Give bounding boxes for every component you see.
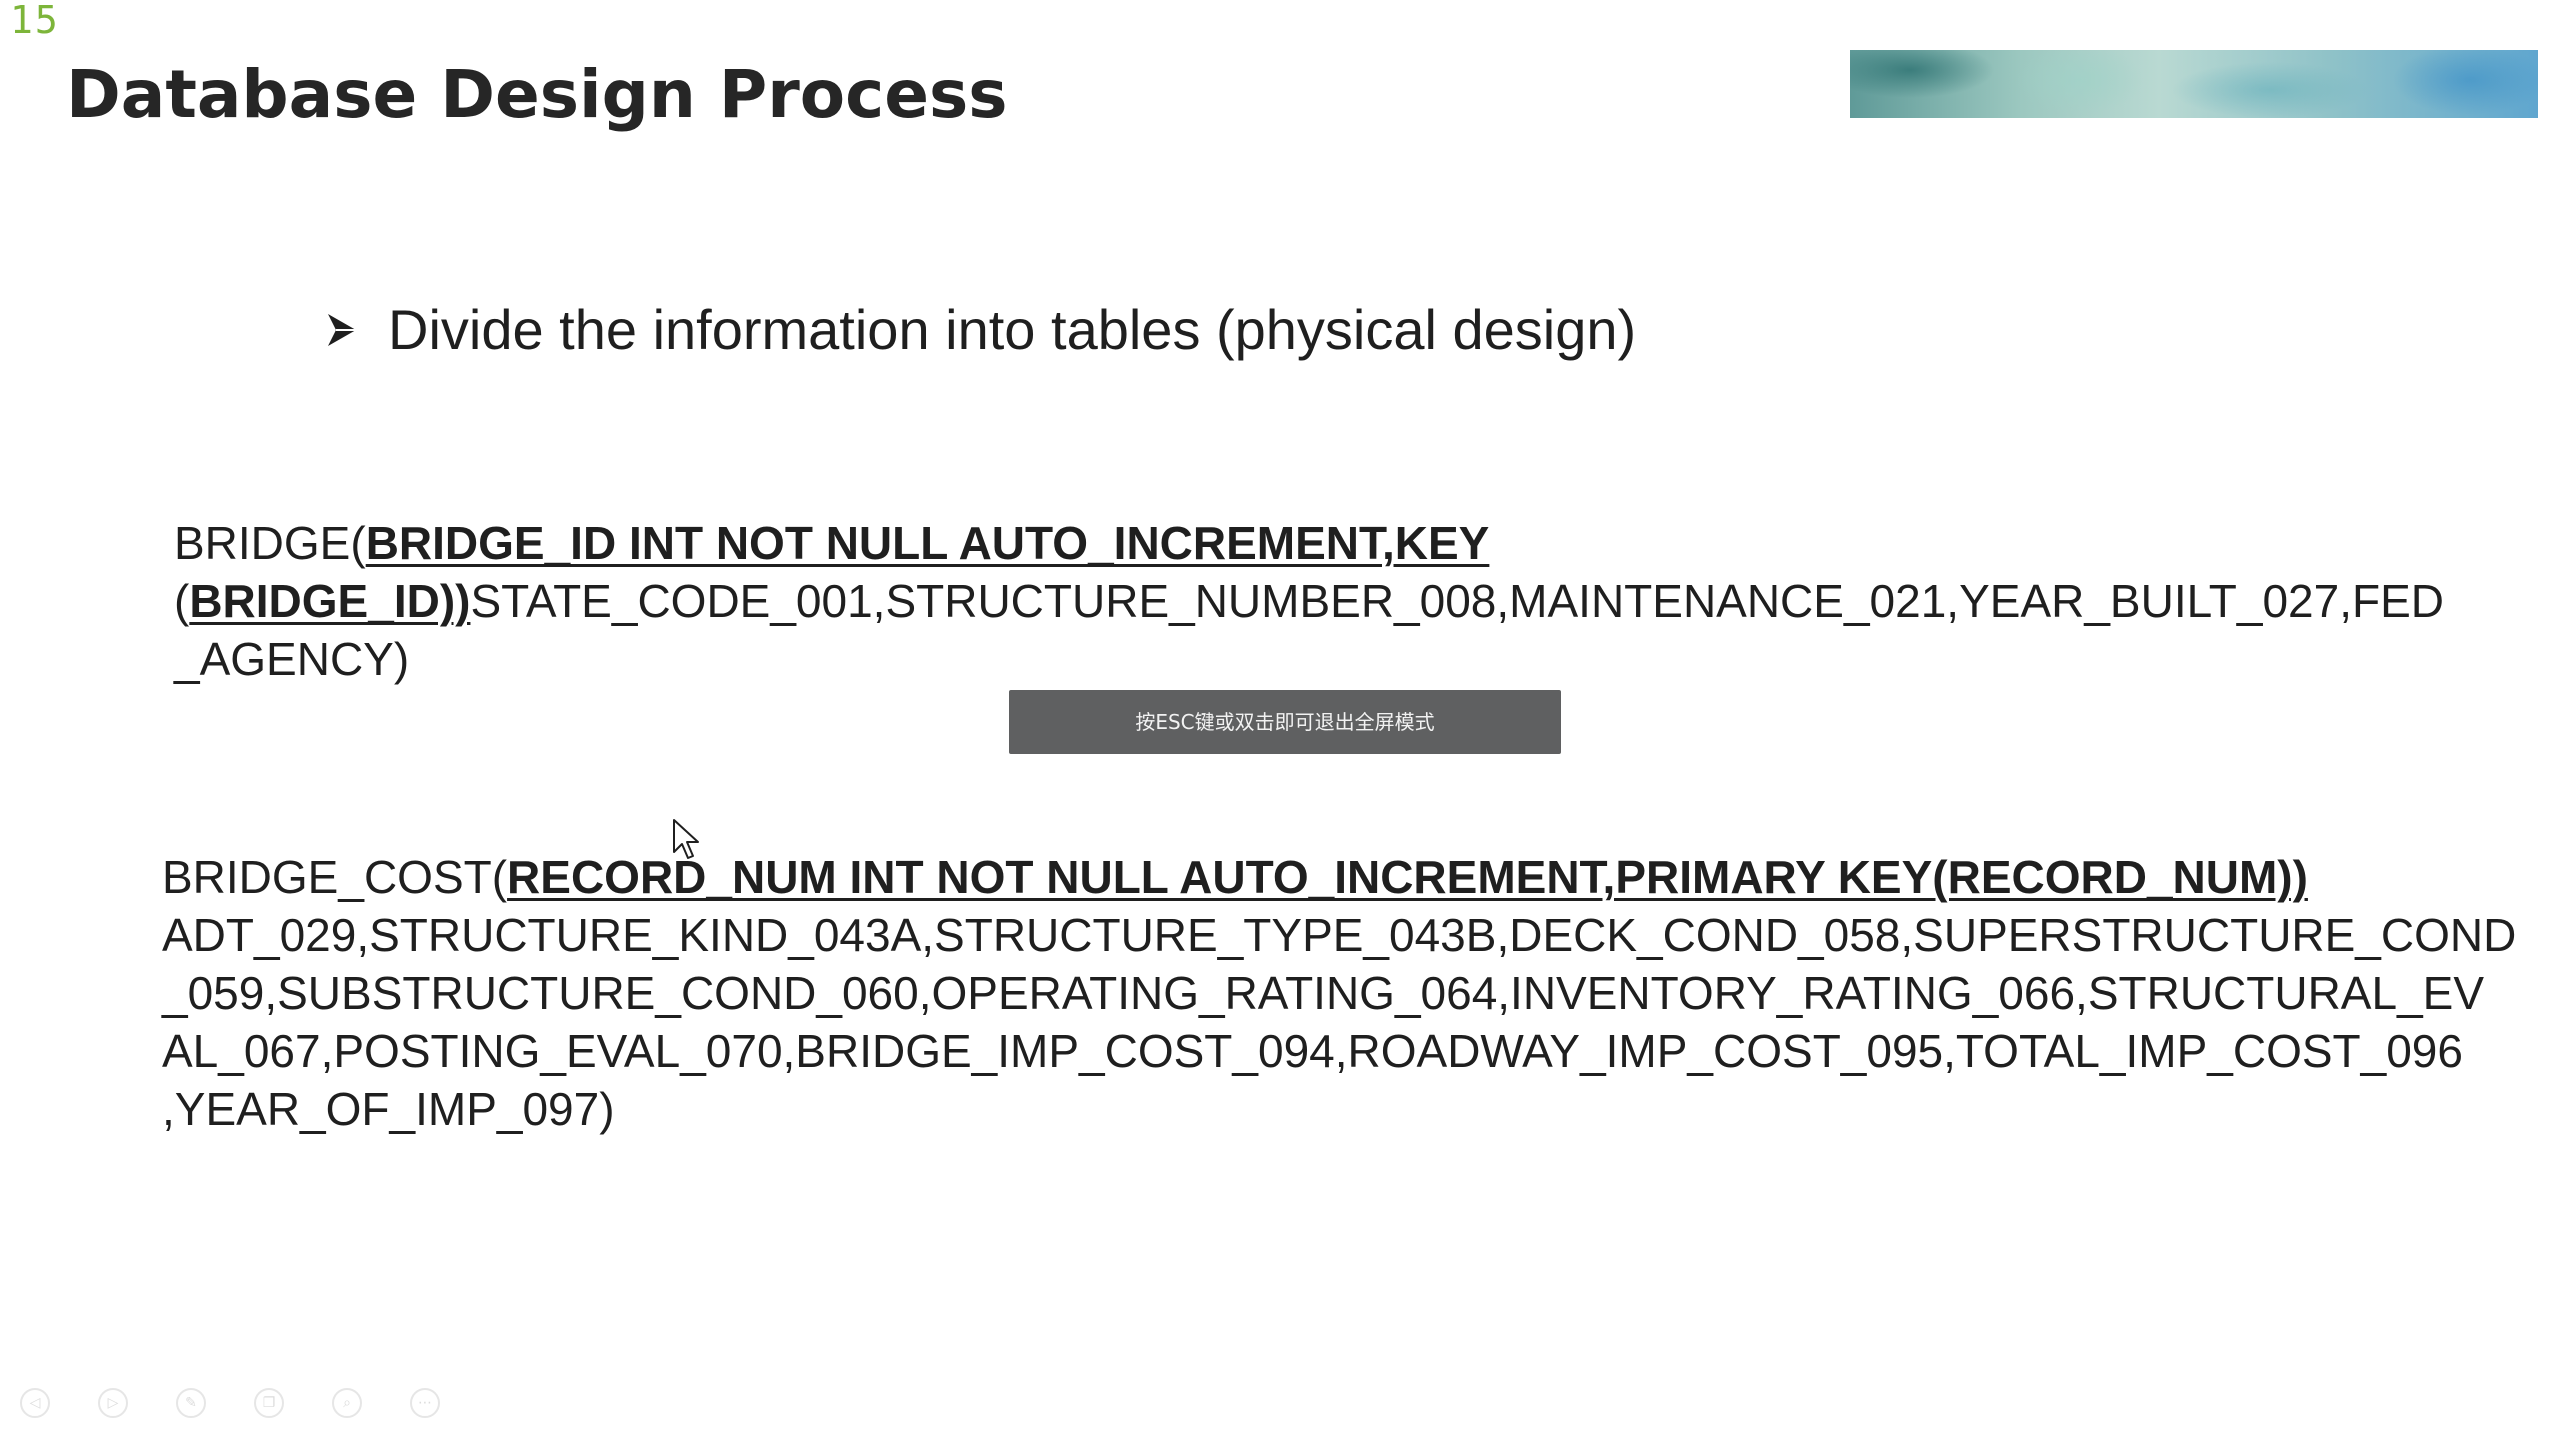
arrow-left-icon: ◁ [29, 1395, 41, 1411]
key-column-text: BRIDGE_ID INT NOT NULL AUTO_INCREMENT,KE… [365, 517, 1490, 569]
mouse-pointer-icon [673, 819, 699, 859]
definition-line: _AGENCY) [174, 630, 2444, 688]
bridge-cost-table-definition: BRIDGE_COST(RECORD_NUM INT NOT NULL AUTO… [162, 848, 2516, 1138]
slide-title: Database Design Process [66, 56, 1008, 133]
definition-line: _059,SUBSTRUCTURE_COND_060,OPERATING_RAT… [162, 964, 2516, 1022]
pen-icon: ✎ [185, 1395, 197, 1411]
column-text: ( [174, 575, 190, 627]
slides-icon: ❐ [262, 1395, 276, 1411]
slide-number: 15 [10, 0, 60, 42]
definition-line: AL_067,POSTING_EVAL_070,BRIDGE_IMP_COST_… [162, 1022, 2516, 1080]
key-column-text: BRIDGE_ID)) [189, 575, 471, 627]
column-text: ADT_029,STRUCTURE_KIND_043A,STRUCTURE_TY… [162, 909, 2517, 961]
column-text: STATE_CODE_001,STRUCTURE_NUMBER_008,MAIN… [470, 575, 2444, 627]
bullet-text: Divide the information into tables (phys… [388, 298, 1637, 361]
pen-button[interactable]: ✎ [176, 1388, 206, 1418]
column-text: _AGENCY) [174, 633, 410, 685]
arrow-bullet-icon [326, 310, 358, 350]
fullscreen-exit-toast: 按ESC键或双击即可退出全屏模式 [1009, 690, 1561, 754]
zoom-button[interactable]: ⌕ [332, 1388, 362, 1418]
column-text: BRIDGE_COST( [162, 851, 508, 903]
slides-button[interactable]: ❐ [254, 1388, 284, 1418]
arrow-right-icon: ▷ [107, 1395, 119, 1411]
decorative-banner-image [1850, 50, 2538, 118]
previous-button[interactable]: ◁ [20, 1388, 50, 1418]
bullet-point: Divide the information into tables (phys… [326, 290, 1636, 370]
slide: 15 Database Design Process Divide the in… [0, 0, 2560, 1440]
definition-line: BRIDGE(BRIDGE_ID INT NOT NULL AUTO_INCRE… [174, 514, 2444, 572]
key-column-text: RECORD_NUM INT NOT NULL AUTO_INCREMENT,P… [507, 851, 2308, 903]
definition-line: ,YEAR_OF_IMP_097) [162, 1080, 2516, 1138]
column-text: BRIDGE( [174, 517, 366, 569]
next-button[interactable]: ▷ [98, 1388, 128, 1418]
definition-line: (BRIDGE_ID))STATE_CODE_001,STRUCTURE_NUM… [174, 572, 2444, 630]
definition-line: BRIDGE_COST(RECORD_NUM INT NOT NULL AUTO… [162, 848, 2516, 906]
presentation-toolbar: ◁ ▷ ✎ ❐ ⌕ ⋯ [20, 1388, 440, 1418]
more-button[interactable]: ⋯ [410, 1388, 440, 1418]
column-text: AL_067,POSTING_EVAL_070,BRIDGE_IMP_COST_… [162, 1025, 2463, 1077]
column-text: _059,SUBSTRUCTURE_COND_060,OPERATING_RAT… [162, 967, 2485, 1019]
zoom-icon: ⌕ [343, 1395, 351, 1411]
definition-line: ADT_029,STRUCTURE_KIND_043A,STRUCTURE_TY… [162, 906, 2516, 964]
more-icon: ⋯ [418, 1395, 432, 1411]
bridge-table-definition: BRIDGE(BRIDGE_ID INT NOT NULL AUTO_INCRE… [174, 514, 2444, 688]
column-text: ,YEAR_OF_IMP_097) [162, 1083, 615, 1135]
